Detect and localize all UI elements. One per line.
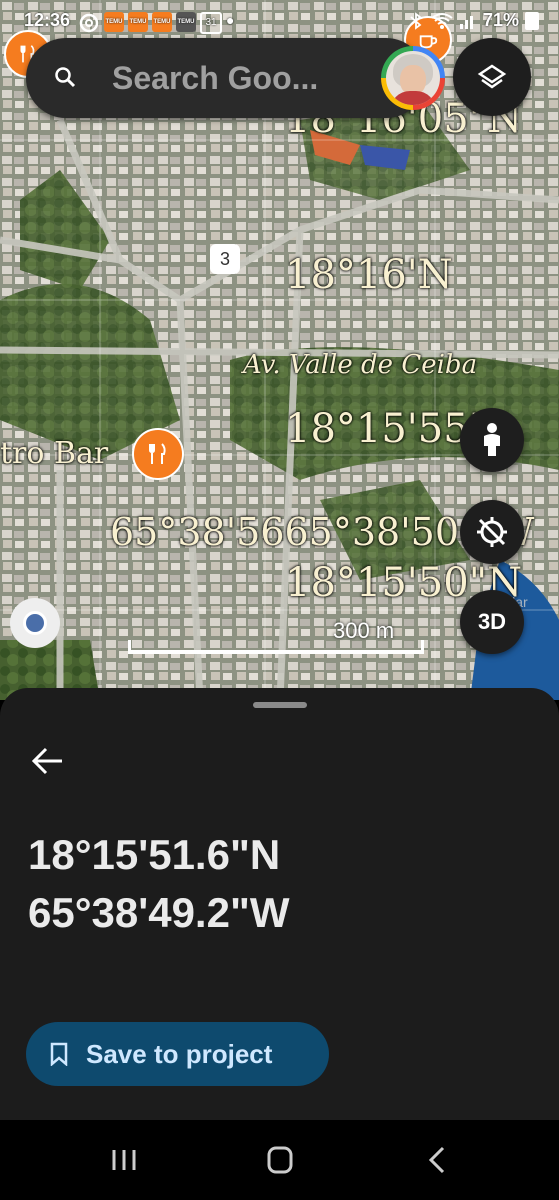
longitude-value: 65°38'49.2"W	[28, 889, 290, 936]
scale-tick	[128, 640, 131, 654]
home-icon[interactable]	[260, 1144, 300, 1176]
map-street-label: Av. Valle de Ceiba	[243, 350, 478, 380]
fork-knife-icon	[149, 443, 166, 464]
system-nav-bar	[0, 1120, 559, 1200]
map-poi-label[interactable]: tro Bar	[0, 436, 108, 471]
route-shield: 3	[210, 244, 240, 274]
status-time: 12:36	[24, 10, 71, 30]
system-indicators: 71%	[407, 10, 539, 31]
bookmark-icon	[50, 1042, 68, 1066]
temu-icon: TEMU	[176, 12, 196, 32]
bluetooth-icon	[410, 11, 422, 30]
back-nav-icon[interactable]	[418, 1144, 458, 1176]
coordinates-title: 18°15'51.6"N 65°38'49.2"W	[28, 826, 290, 942]
map-latitude-label: 18°15'55"	[285, 406, 488, 452]
scale-line	[128, 650, 424, 654]
map-latitude-label: 18°16'N	[285, 252, 453, 298]
latitude-value: 18°15'51.6"N	[28, 831, 281, 878]
3d-button[interactable]: 3D	[460, 590, 524, 654]
signal-icon	[459, 15, 473, 29]
battery-percent: 71%	[482, 10, 519, 30]
temu-icon: TEMU	[152, 12, 172, 32]
pin-center	[23, 611, 47, 635]
location-disabled-icon	[477, 517, 507, 547]
search-placeholder: Search Goo...	[112, 60, 319, 96]
pegman-icon	[484, 423, 500, 456]
place-details-sheet[interactable]: 18°15'51.6"N 65°38'49.2"W Save to projec…	[0, 688, 559, 1120]
wifi-icon	[431, 12, 453, 29]
dropped-pin[interactable]	[10, 598, 60, 648]
scale-tick	[421, 640, 424, 654]
temu-icon: TEMU	[104, 12, 124, 32]
layers-button[interactable]	[453, 38, 531, 116]
layers-icon	[477, 64, 507, 89]
threads-icon	[79, 13, 99, 33]
3d-label: 3D	[477, 609, 507, 634]
street-view-button[interactable]	[460, 408, 524, 472]
recent-apps-icon[interactable]	[104, 1144, 144, 1176]
save-button-label: Save to project	[86, 1039, 273, 1069]
restaurant-pin[interactable]	[132, 428, 184, 480]
save-to-project-button[interactable]: Save to project	[26, 1022, 329, 1086]
search-icon	[55, 67, 76, 88]
calendar-icon: 31	[200, 12, 222, 34]
temu-icon: TEMU	[128, 12, 148, 32]
dot-icon: ●	[226, 12, 235, 28]
location-off-button[interactable]	[460, 500, 524, 564]
battery-icon	[525, 11, 539, 30]
status-bar: 12:36 TEMU TEMU TEMU TEMU 31 ● 71%	[0, 0, 559, 40]
search-bar[interactable]: Search Goo...	[26, 38, 445, 118]
notification-icons: TEMU TEMU TEMU TEMU 31 ●	[78, 12, 234, 34]
drag-handle[interactable]	[253, 702, 307, 708]
account-avatar[interactable]	[381, 46, 445, 110]
back-arrow-icon[interactable]	[30, 746, 64, 776]
scale-label: 300 m	[333, 618, 395, 643]
map-scale: 300 m	[128, 618, 424, 658]
